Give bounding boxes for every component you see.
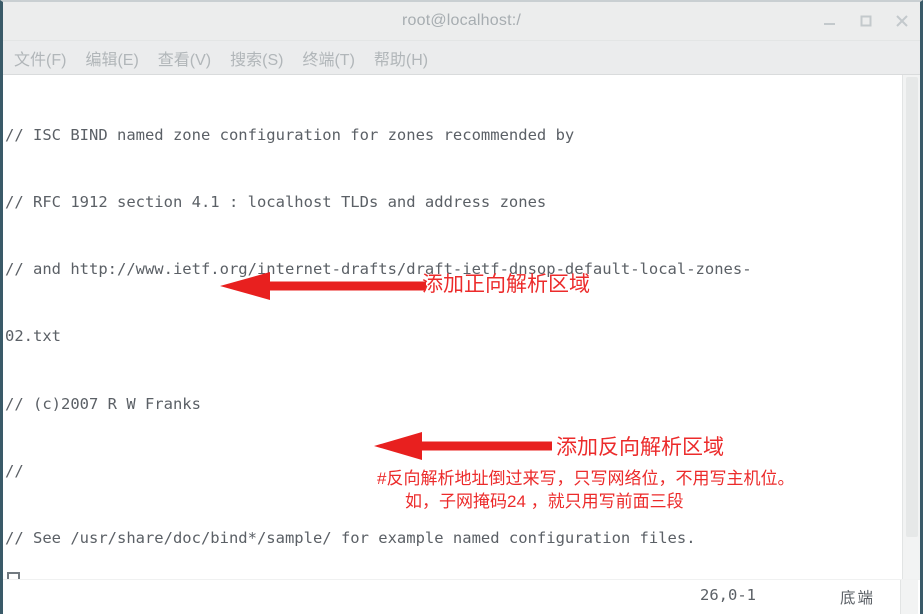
terminal-line: // ISC BIND named zone configuration for…: [5, 125, 575, 144]
terminal-line: 02.txt: [5, 327, 61, 346]
terminal-window: root@localhost:/ 文件(F) 编辑(E) 查看(V) 搜索(S)…: [0, 0, 923, 614]
terminal-line: // (c)2007 R W Franks: [5, 394, 201, 413]
scroll-state-indicator: 底端: [840, 590, 876, 607]
terminal-text-area[interactable]: // ISC BIND named zone configuration for…: [3, 75, 900, 579]
terminal-line: // See /usr/share/doc/bind*/sample/ for …: [5, 529, 696, 548]
terminal-viewport[interactable]: // ISC BIND named zone configuration for…: [3, 75, 920, 579]
menu-bar: 文件(F) 编辑(E) 查看(V) 搜索(S) 终端(T) 帮助(H): [3, 41, 920, 75]
menu-item-file[interactable]: 文件(F): [11, 44, 69, 72]
menu-item-edit[interactable]: 编辑(E): [82, 44, 141, 72]
menu-item-terminal[interactable]: 终端(T): [299, 44, 357, 72]
close-icon: [896, 15, 908, 27]
terminal-line: // RFC 1912 section 4.1 : localhost TLDs…: [5, 193, 547, 212]
scrollbar-footer-cap: [900, 580, 918, 614]
maximize-button[interactable]: [856, 11, 876, 31]
menu-item-view[interactable]: 查看(V): [155, 44, 214, 72]
minimize-button[interactable]: [820, 11, 840, 31]
title-bar: root@localhost:/: [3, 2, 920, 41]
window-controls: [820, 2, 912, 40]
scrollbar-thumb[interactable]: [906, 77, 918, 537]
close-button[interactable]: [892, 11, 912, 31]
vertical-scrollbar[interactable]: [902, 75, 920, 579]
status-bar: 26,0-1 底端: [3, 579, 920, 614]
window-title: root@localhost:/: [401, 12, 522, 29]
text-cursor: [7, 572, 20, 579]
cursor-position-indicator: 26,0-1: [700, 586, 756, 604]
menu-item-search[interactable]: 搜索(S): [227, 44, 286, 72]
menu-item-help[interactable]: 帮助(H): [371, 44, 431, 72]
minimize-icon: [824, 23, 835, 25]
screenshot-root: root@localhost:/ 文件(F) 编辑(E) 查看(V) 搜索(S)…: [0, 0, 923, 614]
maximize-icon: [860, 15, 872, 27]
terminal-line: //: [5, 461, 24, 480]
terminal-line: // and http://www.ietf.org/internet-draf…: [5, 260, 752, 279]
